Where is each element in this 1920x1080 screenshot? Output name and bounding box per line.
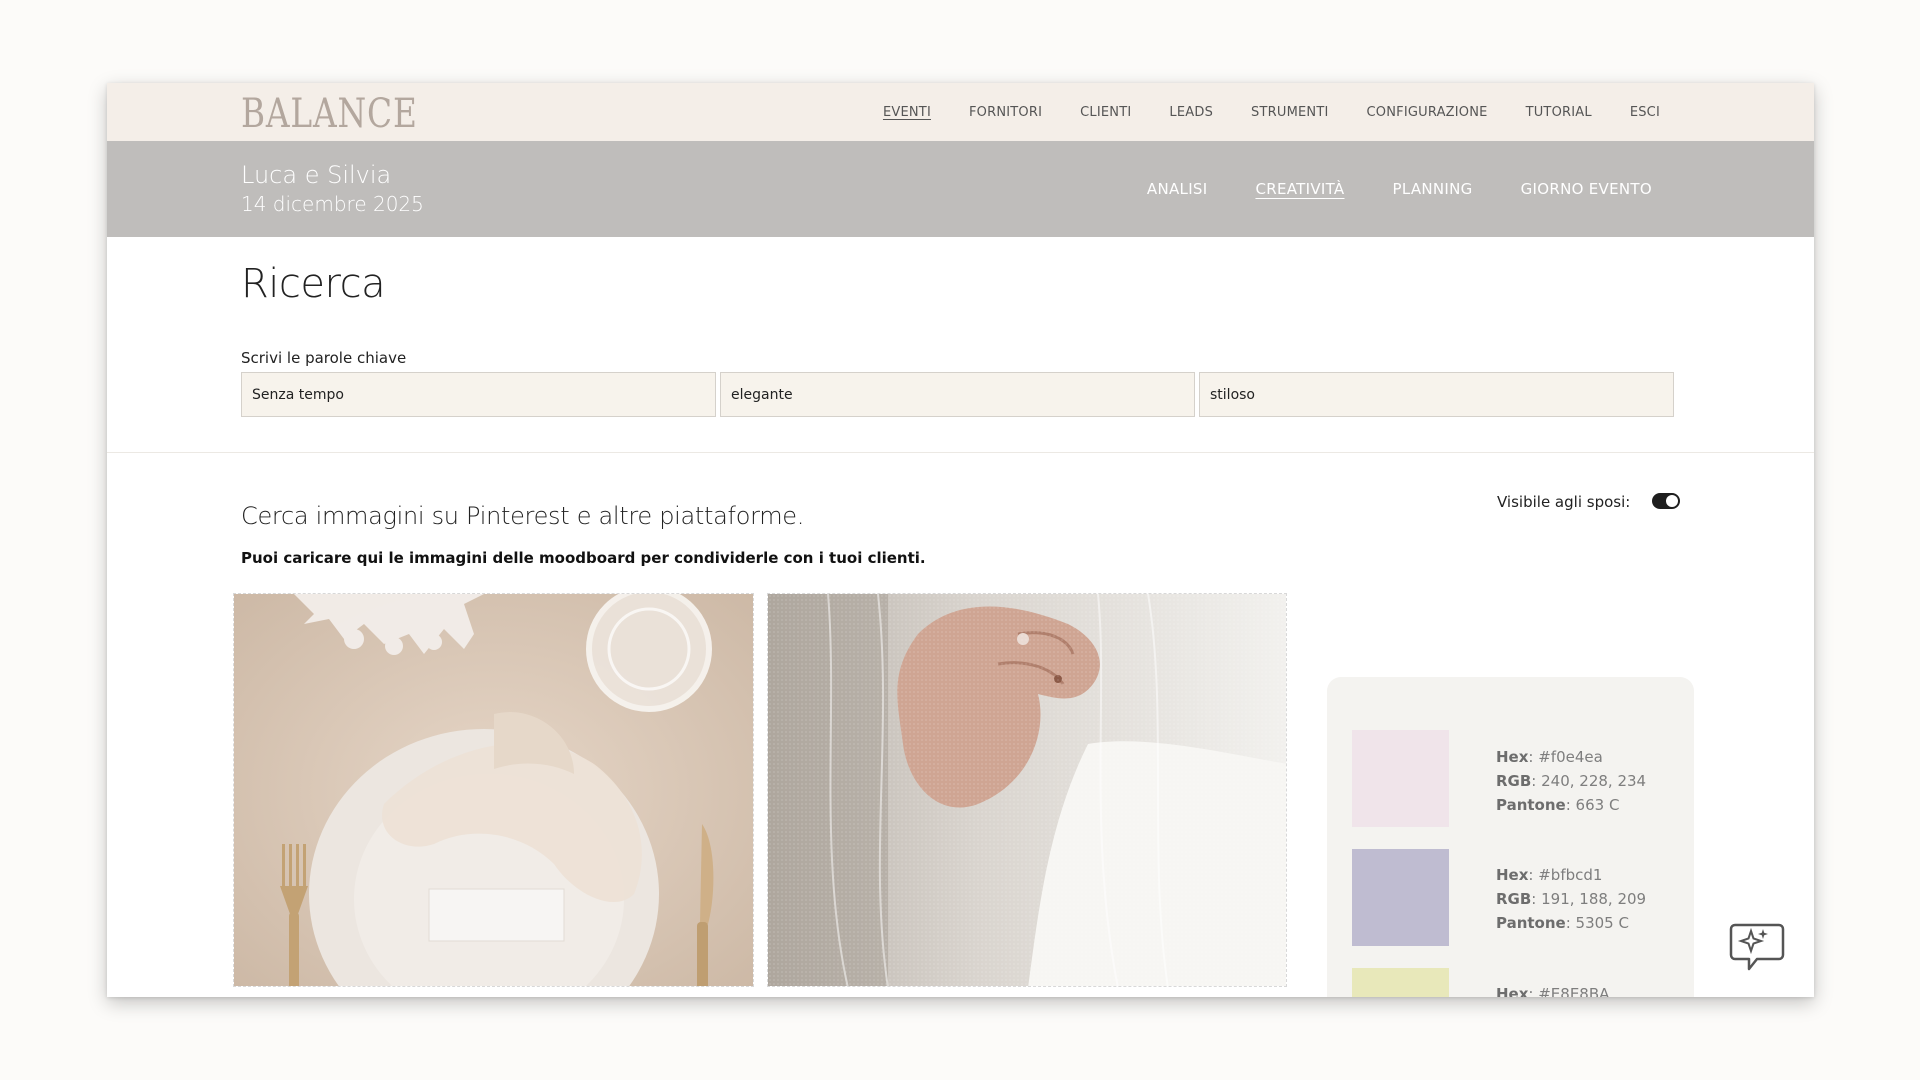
keywords-label: Scrivi le parole chiave — [241, 349, 407, 367]
swatch-2-rgb-label: RGB — [1496, 890, 1532, 908]
main-nav: EVENTI FORNITORI CLIENTI LEADS STRUMENTI… — [883, 83, 1660, 141]
swatch-2-rgb: : 191, 188, 209 — [1531, 890, 1647, 908]
keyword-input-3[interactable] — [1199, 372, 1674, 417]
page-title: Ricerca — [241, 261, 386, 307]
tab-planning[interactable]: PLANNING — [1392, 180, 1472, 198]
nav-eventi[interactable]: EVENTI — [883, 105, 931, 120]
brand-logo[interactable]: BALANCE — [241, 91, 418, 137]
swatch-3 — [1352, 968, 1449, 997]
swatch-1-hex: : #f0e4ea — [1528, 748, 1603, 766]
event-sub-nav: ANALISI CREATIVITÀ PLANNING GIORNO EVENT… — [1147, 141, 1652, 237]
visibility-label: Visibile agli sposi: — [1497, 493, 1631, 511]
tab-analisi[interactable]: ANALISI — [1147, 180, 1208, 198]
tab-creativita[interactable]: CREATIVITÀ — [1255, 180, 1344, 198]
nav-tutorial[interactable]: TUTORIAL — [1526, 105, 1592, 120]
swatch-1-rgb-label: RGB — [1496, 772, 1532, 790]
visibility-toggle[interactable] — [1652, 493, 1680, 509]
tab-giorno-evento[interactable]: GIORNO EVENTO — [1521, 180, 1652, 198]
app-window: BALANCE EVENTI FORNITORI CLIENTI LEADS S… — [107, 83, 1814, 997]
keyword-input-1[interactable] — [241, 372, 716, 417]
swatch-2-pantone-row: Pantone: 5305 C — [1496, 911, 1646, 935]
section-divider — [107, 452, 1814, 453]
swatch-3-hex: : #E8E8BA — [1528, 985, 1610, 997]
moodboard-subtitle: Puoi caricare qui le immagini delle mood… — [241, 549, 926, 567]
swatch-3-hex-label: Hex — [1496, 985, 1529, 997]
swatch-2-hex: : #bfbcd1 — [1528, 866, 1603, 884]
nav-fornitori[interactable]: FORNITORI — [969, 105, 1042, 120]
swatch-2 — [1352, 849, 1449, 946]
swatch-1-pantone: : 663 C — [1565, 796, 1620, 814]
moodboard-image-table-setting[interactable] — [233, 593, 754, 987]
swatch-3-info: Hex: #E8E8BA — [1496, 982, 1609, 997]
top-navbar: BALANCE EVENTI FORNITORI CLIENTI LEADS S… — [107, 83, 1814, 141]
bridal-veil-photo — [768, 594, 1286, 986]
event-date: 14 dicembre 2025 — [241, 192, 424, 216]
swatch-2-hex-label: Hex — [1496, 866, 1529, 884]
ai-chat-icon — [1729, 923, 1785, 971]
event-header: Luca e Silvia 14 dicembre 2025 ANALISI C… — [107, 141, 1814, 237]
swatch-2-pantone: : 5305 C — [1565, 914, 1629, 932]
swatch-1-rgb-row: RGB: 240, 228, 234 — [1496, 769, 1646, 793]
swatch-2-pantone-label: Pantone — [1496, 914, 1566, 932]
event-title: Luca e Silvia — [241, 161, 392, 189]
moodboard-title: Cerca immagini su Pinterest e altre piat… — [241, 502, 805, 530]
swatch-3-hex-row: Hex: #E8E8BA — [1496, 982, 1609, 997]
swatch-1 — [1352, 730, 1449, 827]
table-setting-photo — [234, 594, 753, 986]
swatch-1-rgb: : 240, 228, 234 — [1531, 772, 1647, 790]
swatch-1-pantone-label: Pantone — [1496, 796, 1566, 814]
nav-strumenti[interactable]: STRUMENTI — [1251, 105, 1328, 120]
swatch-1-pantone-row: Pantone: 663 C — [1496, 793, 1646, 817]
swatch-1-hex-label: Hex — [1496, 748, 1529, 766]
swatch-2-hex-row: Hex: #bfbcd1 — [1496, 863, 1646, 887]
ai-assistant-button[interactable] — [1727, 919, 1787, 973]
toggle-knob — [1666, 495, 1678, 507]
nav-clienti[interactable]: CLIENTI — [1080, 105, 1131, 120]
swatch-2-info: Hex: #bfbcd1 RGB: 191, 188, 209 Pantone:… — [1496, 863, 1646, 935]
nav-esci[interactable]: ESCI — [1630, 105, 1660, 120]
swatch-2-rgb-row: RGB: 191, 188, 209 — [1496, 887, 1646, 911]
color-palette-panel: Hex: #f0e4ea RGB: 240, 228, 234 Pantone:… — [1327, 677, 1694, 997]
swatch-1-info: Hex: #f0e4ea RGB: 240, 228, 234 Pantone:… — [1496, 745, 1646, 817]
moodboard-image-bridal-veil[interactable] — [767, 593, 1287, 987]
keyword-input-2[interactable] — [720, 372, 1195, 417]
keywords-row — [241, 372, 1674, 417]
swatch-1-hex-row: Hex: #f0e4ea — [1496, 745, 1646, 769]
nav-leads[interactable]: LEADS — [1169, 105, 1213, 120]
nav-configurazione[interactable]: CONFIGURAZIONE — [1367, 105, 1488, 120]
